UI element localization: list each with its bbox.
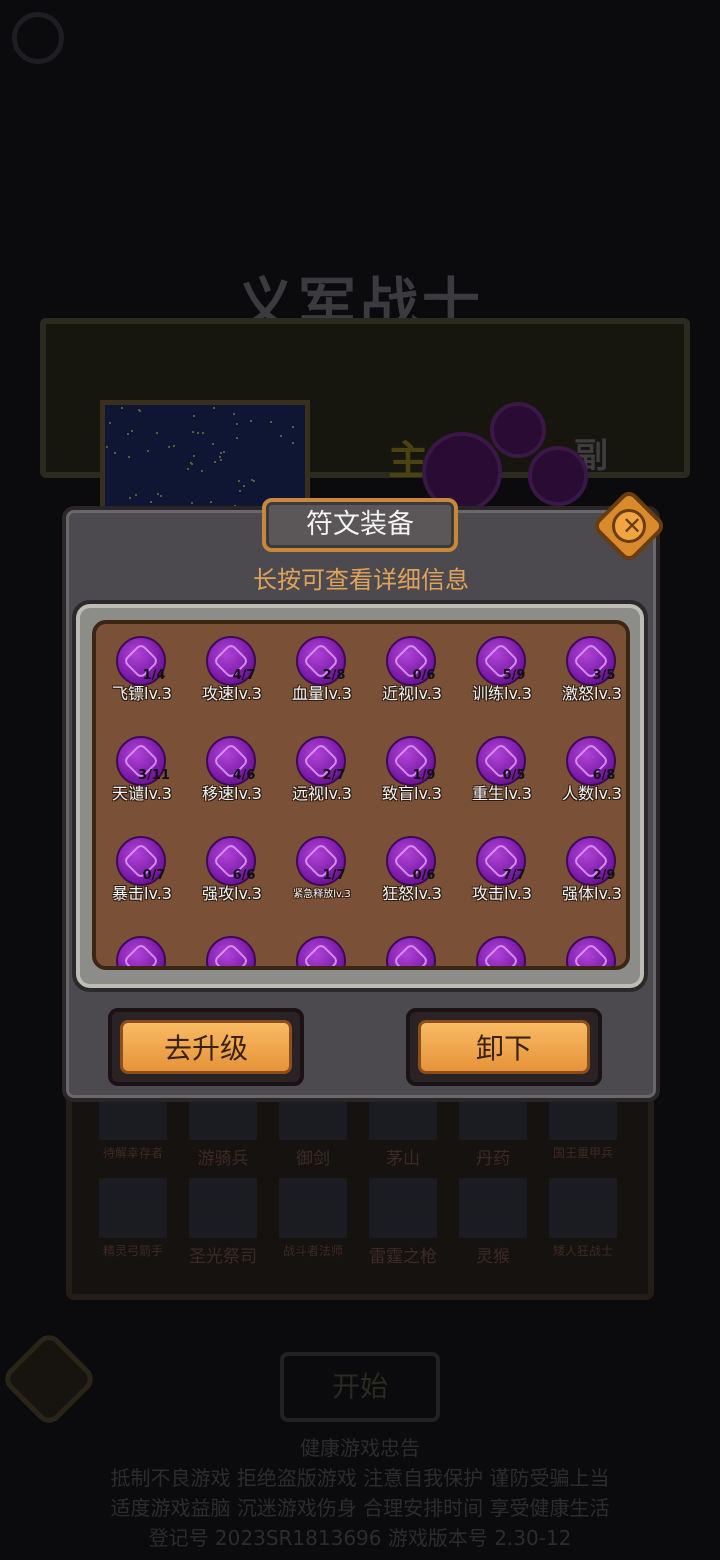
unit-card: 圣光祭司: [188, 1178, 258, 1267]
dialog-title: 符文装备: [262, 498, 458, 552]
rune-icon: [296, 936, 346, 966]
unit-portrait: [189, 1178, 257, 1238]
rune-label: 强体lv.3: [562, 884, 622, 903]
health-notice-line: 登记号 2023SR1813696 游戏版本号 2.30-12: [148, 1526, 572, 1550]
unequip-button[interactable]: 卸下: [406, 1008, 602, 1086]
unit-label: 战斗者法师: [282, 1244, 343, 1258]
rune-item-partial[interactable]: [192, 924, 282, 966]
rune-item[interactable]: 3/5 激怒lv.3: [552, 624, 626, 714]
rune-label: 重生lv.3: [472, 784, 532, 803]
rune-label: 血量lv.3: [292, 684, 352, 703]
rune-label: 激怒lv.3: [562, 684, 622, 703]
rune-item[interactable]: 0/6 狂怒lv.3: [372, 824, 462, 914]
unit-card: 精灵弓箭手: [98, 1178, 168, 1259]
rune-slot-icon: [490, 402, 546, 458]
rune-label: 移速lv.3: [202, 784, 262, 803]
health-notice-line: 适度游戏益脑 沉迷游戏伤身 合理安排时间 享受健康生活: [110, 1496, 610, 1520]
unit-label: 国王重甲兵: [552, 1146, 613, 1160]
rune-item[interactable]: 0/5 重生lv.3: [462, 724, 552, 814]
rune-icon: [566, 936, 616, 966]
health-notice-title: 健康游戏忠告: [300, 1436, 420, 1460]
rune-item[interactable]: 4/6 移速lv.3: [192, 724, 282, 814]
start-button[interactable]: 开始: [280, 1352, 440, 1422]
rune-item[interactable]: 0/6 近视lv.3: [372, 624, 462, 714]
rune-label: 近视lv.3: [382, 684, 442, 703]
unit-card: 战斗者法师: [278, 1178, 348, 1259]
rune-label: 紧急释放lv.3: [293, 889, 351, 900]
unit-card: 灵猴: [458, 1178, 528, 1267]
rune-item-partial[interactable]: [552, 924, 626, 966]
rune-icon: [206, 936, 256, 966]
unit-portrait: [549, 1178, 617, 1238]
rune-label: 训练lv.3: [472, 684, 532, 703]
rune-label: 人数lv.3: [562, 784, 622, 803]
rune-item[interactable]: 2/7 远视lv.3: [282, 724, 372, 814]
unequip-button-label: 卸下: [418, 1020, 590, 1074]
back-button[interactable]: [0, 1329, 99, 1429]
rune-item-partial[interactable]: [102, 924, 192, 966]
rune-item[interactable]: 1/9 致盲lv.3: [372, 724, 462, 814]
unit-card: 矮人狂战士: [548, 1178, 618, 1259]
rune-item[interactable]: 4/7 攻速lv.3: [192, 624, 282, 714]
unit-card: 雷霆之枪: [368, 1178, 438, 1267]
rune-label: 攻击lv.3: [472, 884, 532, 903]
unit-label: 丹药: [476, 1149, 510, 1169]
rune-count: 1/7: [322, 868, 346, 883]
unit-label: 精灵弓箭手: [102, 1244, 163, 1258]
health-notice-line: 抵制不良游戏 拒绝盗版游戏 注意自我保护 谨防受骗上当: [110, 1466, 610, 1490]
rune-item[interactable]: 6/8 人数lv.3: [552, 724, 626, 814]
rune-label: 强攻lv.3: [202, 884, 262, 903]
rune-item[interactable]: 2/9 强体lv.3: [552, 824, 626, 914]
rune-item[interactable]: 7/7 攻击lv.3: [462, 824, 552, 914]
rune-item[interactable]: 5/9 训练lv.3: [462, 624, 552, 714]
rune-item-partial[interactable]: [282, 924, 372, 966]
unit-label: 御剑: [296, 1149, 330, 1169]
rune-item[interactable]: 1/4 飞镖lv.3: [102, 624, 192, 714]
unit-portrait: [459, 1178, 527, 1238]
close-icon[interactable]: ✕: [612, 509, 646, 543]
rune-item[interactable]: 3/11 天谴lv.3: [102, 724, 192, 814]
rune-label: 狂怒lv.3: [382, 884, 442, 903]
rune-item-partial[interactable]: [372, 924, 462, 966]
rune-item-partial[interactable]: [462, 924, 552, 966]
unit-portrait: [279, 1178, 347, 1238]
unit-label: 雷霆之枪: [369, 1247, 437, 1267]
unit-label: 游骑兵: [197, 1149, 249, 1169]
unit-portrait: [369, 1178, 437, 1238]
rune-item[interactable]: 0/7 暴击lv.3: [102, 824, 192, 914]
unit-label: 矮人狂战士: [552, 1244, 613, 1258]
rune-icon: [386, 936, 436, 966]
rune-grid[interactable]: 1/4 飞镖lv.3 4/7 攻速lv.3 2/8 血量lv.3 0/6 近视lv.3 5/9 训…: [92, 620, 630, 970]
rune-label: 致盲lv.3: [382, 784, 442, 803]
rune-item[interactable]: 2/8 血量lv.3: [282, 624, 372, 714]
unit-label: 灵猴: [476, 1247, 510, 1267]
rune-label: 飞镖lv.3: [112, 684, 172, 703]
upgrade-button[interactable]: 去升级: [108, 1008, 304, 1086]
rune-item[interactable]: 6/6 强攻lv.3: [192, 824, 282, 914]
rune-item[interactable]: 1/7 紧急释放lv.3: [282, 824, 372, 914]
unit-label: 茅山: [386, 1149, 420, 1169]
rune-label: 远视lv.3: [292, 784, 352, 803]
unit-portrait: [99, 1178, 167, 1238]
rune-label: 攻速lv.3: [202, 684, 262, 703]
unit-label: 待解幸存者: [102, 1146, 163, 1160]
rune-icon: [476, 936, 526, 966]
rune-label: 暴击lv.3: [112, 884, 172, 903]
rune-slot-icon: [528, 446, 588, 506]
rune-label: 天谴lv.3: [112, 784, 172, 803]
rune-icon: [116, 936, 166, 966]
settings-icon[interactable]: [12, 12, 64, 64]
long-press-hint: 长按可查看详细信息: [253, 566, 469, 594]
upgrade-button-label: 去升级: [120, 1020, 292, 1074]
unit-label: 圣光祭司: [189, 1247, 257, 1267]
